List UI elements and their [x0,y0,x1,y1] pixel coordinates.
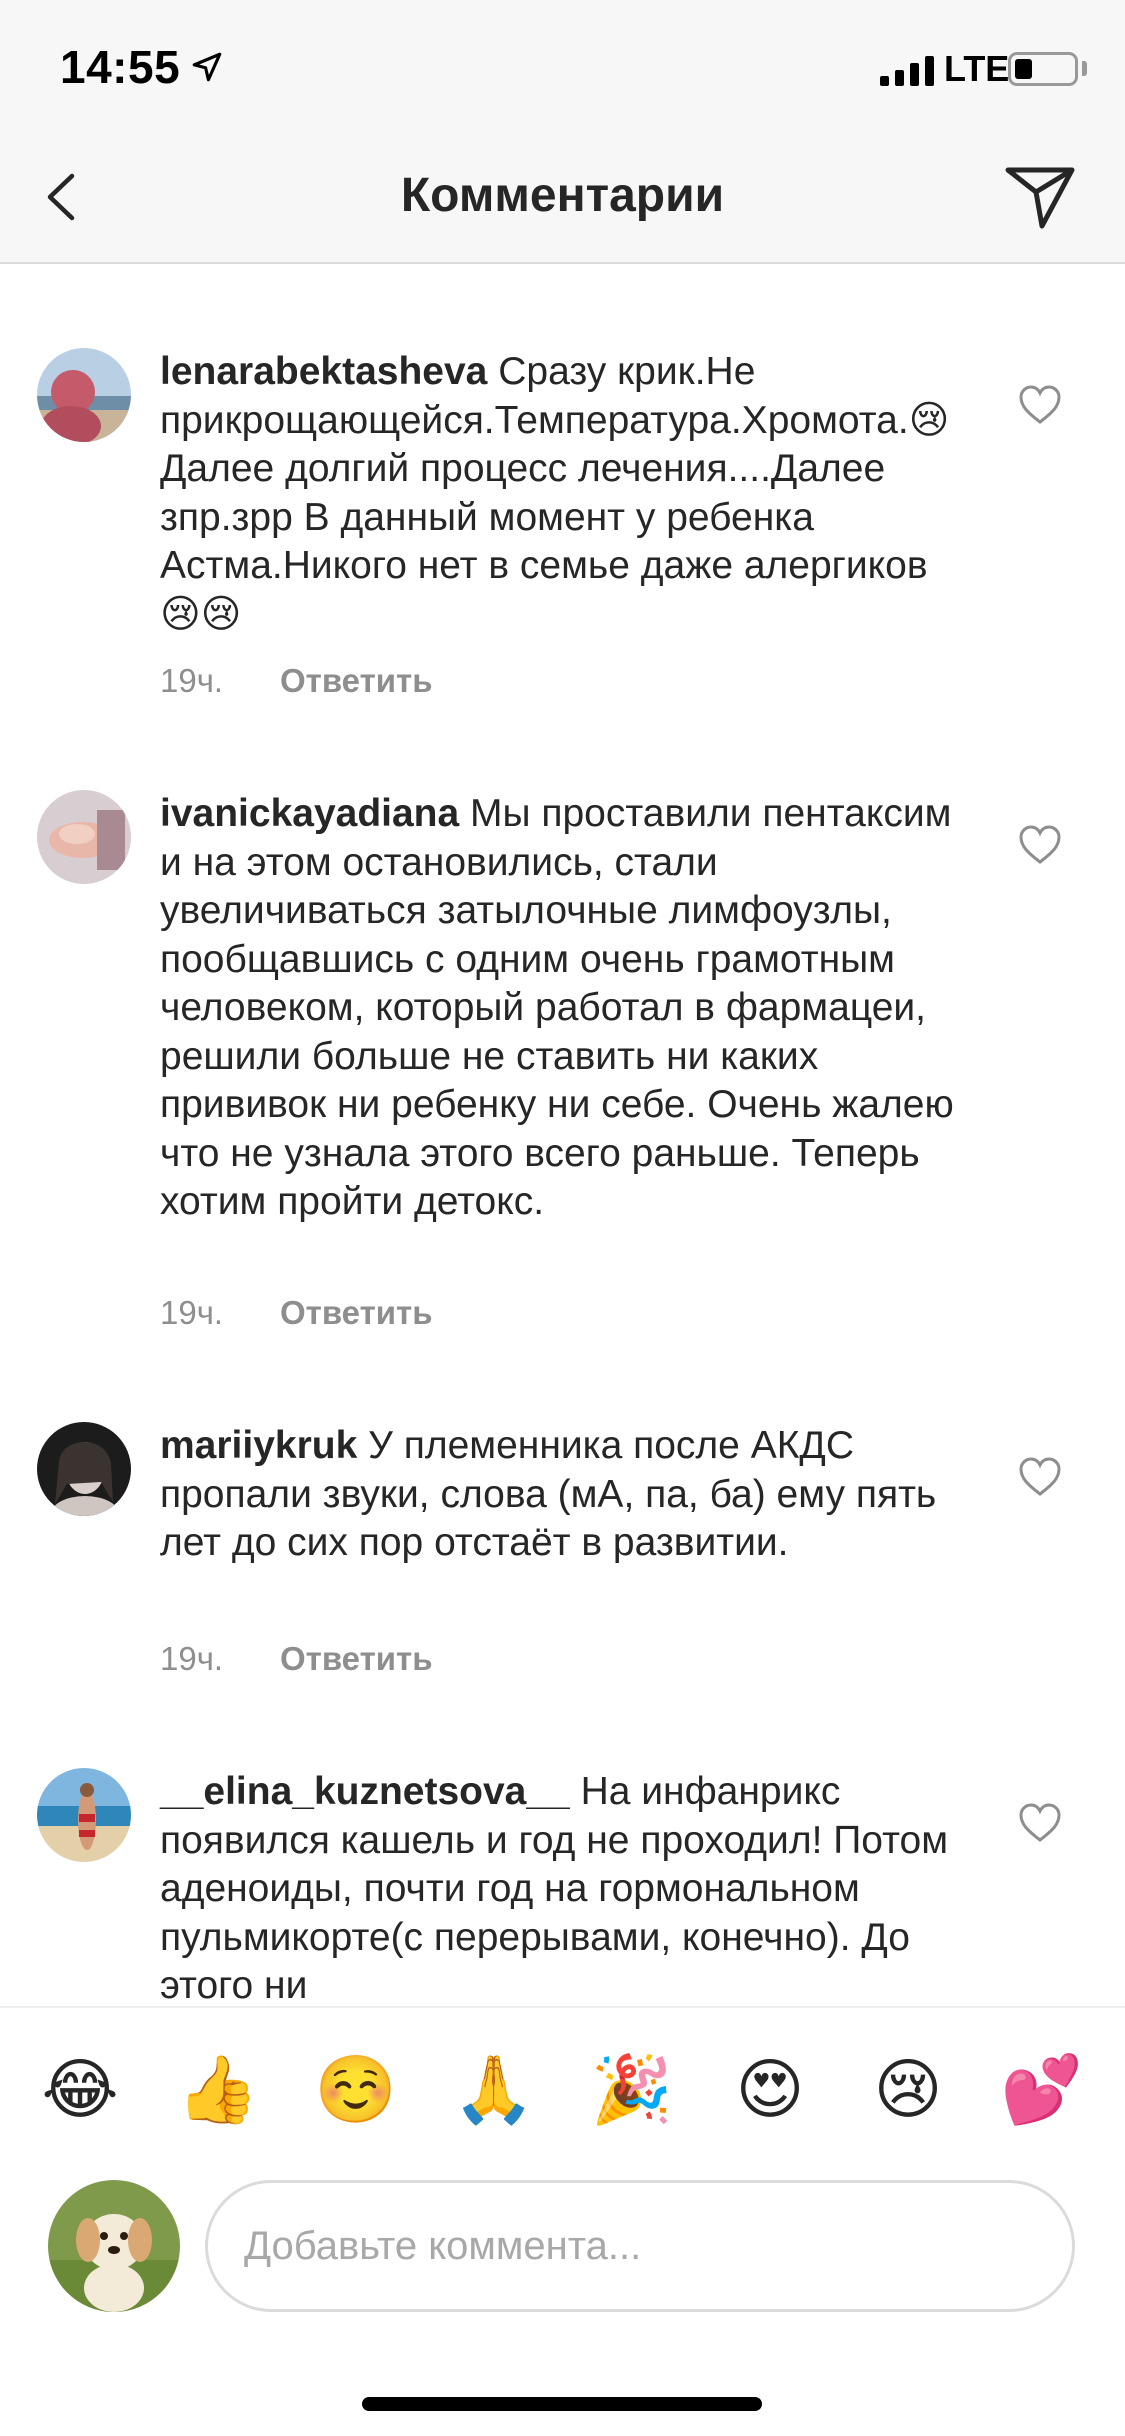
emoji-thumbs-up[interactable]: 👍 [176,2048,260,2132]
emoji-party-popper[interactable]: 🎉 [590,2048,674,2132]
comment-meta: 19ч. Ответить [160,1640,433,1678]
emoji-two-hearts[interactable]: 💕 [1000,2048,1084,2132]
paper-plane-icon[interactable] [1000,156,1080,236]
comment-username[interactable]: lenarabektasheva [160,350,487,393]
home-indicator[interactable] [362,2397,762,2411]
battery-icon [1008,52,1078,86]
header: Комментарии [0,132,1125,264]
status-time: 14:55 [60,41,181,93]
avatar[interactable] [37,1768,131,1862]
my-avatar [48,2180,180,2312]
comment-text: mariiykruk У племенника после АКДС пропа… [160,1422,960,1568]
comment-time: 19ч. [160,1294,224,1331]
cellular-signal-icon [880,56,934,86]
comment-input[interactable] [205,2180,1075,2312]
reply-button[interactable]: Ответить [280,662,433,699]
emoji-crying[interactable]: 😢 [866,2048,950,2132]
comment-body: Мы проставили пентаксим и на этом остано… [160,792,954,1223]
heart-icon[interactable] [1017,1456,1063,1498]
heart-icon[interactable] [1017,824,1063,866]
avatar[interactable] [37,790,131,884]
comment-text: lenarabektasheva Сразу крик.Не прикрощаю… [160,348,960,639]
reply-button[interactable]: Ответить [280,1294,433,1331]
comment-time: 19ч. [160,662,224,699]
location-arrow-icon [192,52,222,82]
reply-button[interactable]: Ответить [280,1640,433,1677]
comment-meta: 19ч. Ответить [160,662,433,700]
avatar[interactable] [37,1422,131,1516]
comments-list[interactable]: lenarabektasheva Сразу крик.Не прикрощаю… [0,266,1125,2006]
comment-text: __elina_kuznetsova__ На инфанрикс появил… [160,1768,960,2006]
battery-tip [1082,61,1087,76]
heart-icon[interactable] [1017,1802,1063,1844]
page-title: Комментарии [400,169,725,222]
emoji-heart-eyes[interactable]: 😍 [728,2048,812,2132]
comment-time: 19ч. [160,1640,224,1677]
comment-meta: 19ч. Ответить [160,1294,433,1332]
comment-text: ivanickayadiana Мы проставили пентаксим … [160,790,960,1227]
heart-icon[interactable] [1017,384,1063,426]
network-type: LTE [944,48,1010,89]
comment-username[interactable]: __elina_kuznetsova__ [160,1770,570,1813]
comment-username[interactable]: mariiykruk [160,1424,357,1467]
emoji-bar: 😂 👍 ☺️ 🙏 🎉 😍 😢 💕 [0,2006,1125,2176]
emoji-smiling[interactable]: ☺️ [314,2048,398,2132]
battery-level [1015,59,1032,79]
status-bar: 14:55 LTE [0,0,1125,132]
emoji-tears-of-joy[interactable]: 😂 [38,2048,122,2132]
comment-username[interactable]: ivanickayadiana [160,792,459,835]
avatar[interactable] [37,348,131,442]
emoji-folded-hands[interactable]: 🙏 [452,2048,536,2132]
